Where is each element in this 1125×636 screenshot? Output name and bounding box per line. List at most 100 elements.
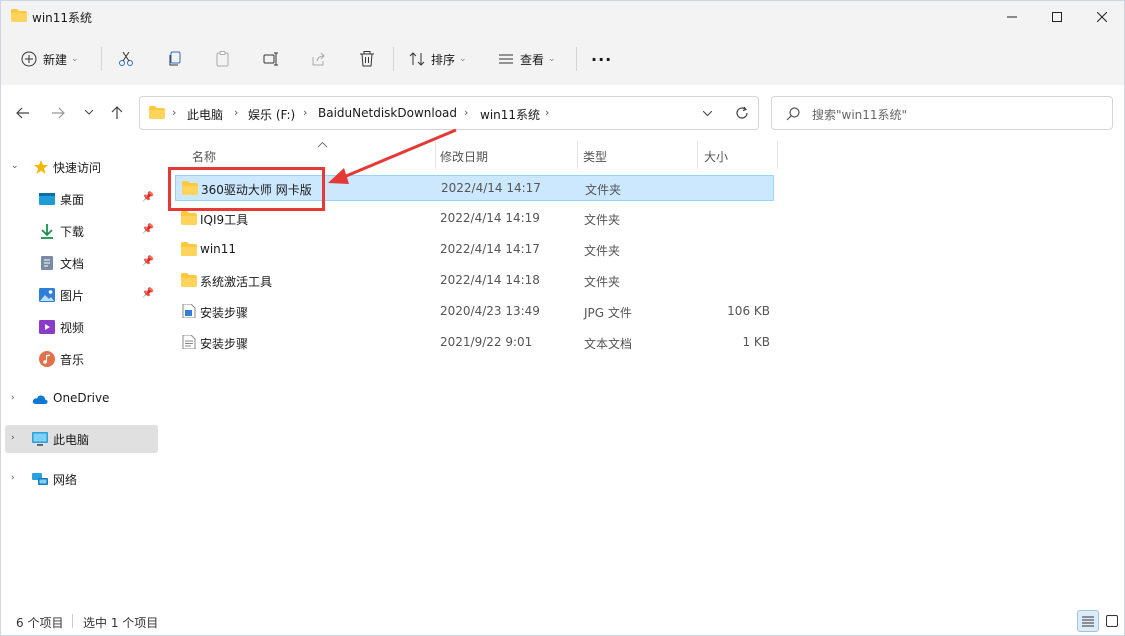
file-size: 1 KB <box>742 335 770 349</box>
sidebar-item-documents[interactable]: 文档 📌 <box>5 249 158 277</box>
sidebar-label: 此电脑 <box>53 433 90 447</box>
file-name: 系统激活工具 <box>200 275 273 289</box>
window-title: win11系统 <box>32 11 93 25</box>
divider <box>72 614 73 628</box>
pin-icon: 📌 <box>141 256 154 267</box>
sidebar-item-this-pc[interactable]: › 此电脑 <box>5 425 158 453</box>
divider <box>393 47 394 71</box>
view-button[interactable]: 查看 ⌄ <box>498 43 556 75</box>
chevron-down-icon: ⌄ <box>11 161 19 171</box>
divider <box>101 47 102 71</box>
delete-icon <box>360 51 374 67</box>
new-button[interactable]: 新建 ⌄ <box>21 43 79 75</box>
new-label: 新建 <box>43 52 68 67</box>
chevron-right-icon: › <box>11 433 15 443</box>
more-icon: ··· <box>591 49 613 69</box>
navigation-bar: › 此电脑 › 娱乐 (F:) › BaiduNetdiskDownload ›… <box>1 85 1124 141</box>
refresh-icon[interactable] <box>735 106 749 120</box>
sidebar-label: 音乐 <box>60 353 85 367</box>
sidebar-item-pictures[interactable]: 图片 📌 <box>5 281 158 309</box>
file-row[interactable]: 安装步骤 2020/4/23 13:49 JPG 文件 106 KB <box>175 299 774 325</box>
pin-icon: 📌 <box>141 192 154 203</box>
sidebar-label: 文档 <box>60 257 85 271</box>
chevron-right-icon: › <box>172 106 177 119</box>
file-date: 2022/4/14 14:17 <box>440 242 540 256</box>
column-header-name[interactable]: 名称 <box>192 148 216 165</box>
column-header-type[interactable]: 类型 <box>583 148 607 165</box>
sidebar-item-onedrive[interactable]: › OneDrive <box>5 385 158 413</box>
arrow-right-icon <box>52 107 65 119</box>
sidebar-item-downloads[interactable]: 下载 📌 <box>5 217 158 245</box>
back-button[interactable] <box>12 102 34 124</box>
sort-icon <box>409 52 425 66</box>
breadcrumb-current[interactable]: win11系统 <box>480 106 540 123</box>
file-type: 文件夹 <box>584 244 621 258</box>
file-type: 文本文档 <box>584 337 633 351</box>
chevron-down-icon: ⌄ <box>548 54 556 64</box>
status-bar: 6 个项目 选中 1 个项目 <box>1 607 1124 635</box>
sidebar-item-videos[interactable]: 视频 <box>5 313 158 341</box>
desktop-icon <box>39 193 55 205</box>
address-bar[interactable]: › 此电脑 › 娱乐 (F:) › BaiduNetdiskDownload ›… <box>139 96 759 130</box>
file-date: 2022/4/14 14:17 <box>441 181 541 195</box>
chevron-right-icon: › <box>464 106 469 119</box>
sidebar-item-network[interactable]: › 网络 <box>5 465 158 493</box>
forward-button[interactable] <box>47 102 69 124</box>
file-name: IQI9工具 <box>200 213 249 227</box>
download-icon <box>41 224 53 239</box>
column-headers: 名称 修改日期 类型 大小 <box>161 141 781 169</box>
minimize-button[interactable] <box>989 1 1034 33</box>
maximize-button[interactable] <box>1034 1 1079 33</box>
column-divider[interactable] <box>697 141 698 169</box>
paste-button[interactable] <box>215 43 231 75</box>
sort-button[interactable]: 排序 ⌄ <box>409 43 467 75</box>
sidebar-item-music[interactable]: 音乐 <box>5 345 158 373</box>
column-header-size[interactable]: 大小 <box>704 148 728 165</box>
column-divider[interactable] <box>435 141 436 169</box>
sidebar-label: 快速访问 <box>53 161 102 175</box>
file-name: 安装步骤 <box>200 306 249 320</box>
chevron-down-icon[interactable] <box>703 111 712 117</box>
file-type: JPG 文件 <box>584 306 632 320</box>
rename-icon <box>263 52 278 66</box>
close-icon <box>1096 12 1107 22</box>
column-header-date[interactable]: 修改日期 <box>440 148 488 165</box>
recent-locations-button[interactable] <box>78 102 100 124</box>
search-icon <box>786 107 800 121</box>
sidebar-label: 桌面 <box>60 193 85 207</box>
star-icon <box>34 160 48 174</box>
sidebar-item-quick-access[interactable]: ⌄ 快速访问 <box>5 153 158 181</box>
chevron-down-icon: ⌄ <box>459 54 467 64</box>
rename-button[interactable] <box>263 43 279 75</box>
pin-icon: 📌 <box>141 288 154 299</box>
divider <box>576 47 577 71</box>
file-size: 106 KB <box>727 304 770 318</box>
copy-button[interactable] <box>167 43 183 75</box>
file-name: 安装步骤 <box>200 337 249 351</box>
column-divider[interactable] <box>577 141 578 169</box>
search-input[interactable]: 搜索"win11系统" <box>771 96 1113 130</box>
breadcrumb-folder[interactable]: BaiduNetdiskDownload <box>318 106 457 120</box>
paste-icon <box>216 51 229 67</box>
sort-label: 排序 <box>431 52 456 67</box>
sidebar-label: 视频 <box>60 321 85 335</box>
delete-button[interactable] <box>359 43 375 75</box>
more-options-button[interactable]: ··· <box>591 43 612 75</box>
large-icons-view-button[interactable] <box>1101 610 1123 632</box>
file-row[interactable]: 系统激活工具 2022/4/14 14:18 文件夹 <box>175 268 774 294</box>
details-view-button[interactable] <box>1077 610 1099 632</box>
title-bar[interactable]: win11系统 <box>1 1 1124 33</box>
breadcrumb-drive[interactable]: 娱乐 (F:) <box>248 106 295 123</box>
cut-button[interactable] <box>118 43 134 75</box>
column-divider[interactable] <box>777 141 778 169</box>
file-row[interactable]: 安装步骤 2021/9/22 9:01 文本文档 1 KB <box>175 330 774 356</box>
share-button[interactable] <box>311 43 327 75</box>
file-row[interactable]: win11 2022/4/14 14:17 文件夹 <box>175 237 774 263</box>
close-button[interactable] <box>1079 1 1124 33</box>
cloud-icon <box>32 395 48 404</box>
sidebar-item-desktop[interactable]: 桌面 📌 <box>5 185 158 213</box>
file-date: 2022/4/14 14:19 <box>440 211 540 225</box>
up-button[interactable] <box>106 102 128 124</box>
sidebar-label: 图片 <box>60 289 85 303</box>
breadcrumb-this-pc[interactable]: 此电脑 <box>187 106 223 123</box>
